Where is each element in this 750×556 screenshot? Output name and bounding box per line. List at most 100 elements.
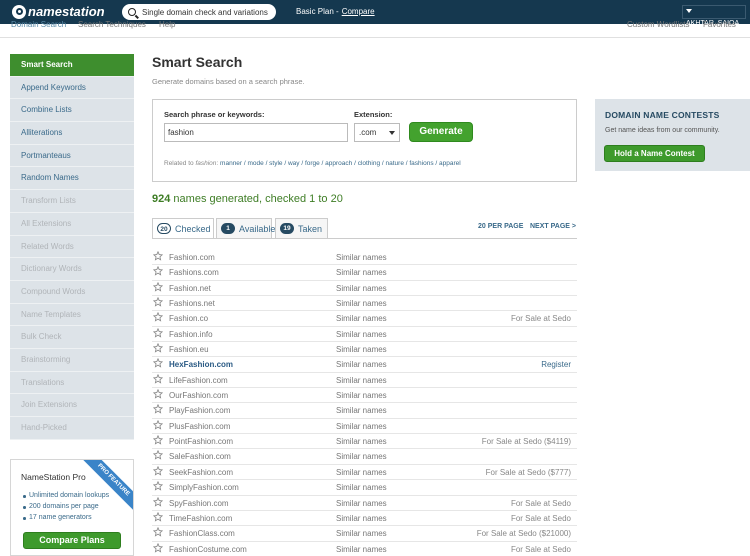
similar-names-link[interactable]: Similar names (336, 357, 387, 372)
tab-taken[interactable]: 19 Taken (275, 218, 328, 239)
nav-help[interactable]: Help (159, 20, 175, 29)
tab-checked[interactable]: 20 Checked (152, 218, 214, 239)
plan-info: Basic Plan - Compare (296, 7, 375, 16)
search-phrase-input[interactable]: fashion (164, 123, 348, 142)
domain-name[interactable]: FashionCostume.com (169, 542, 247, 556)
tab-available[interactable]: 1 Available (216, 218, 275, 239)
domain-name[interactable]: SeekFashion.com (169, 465, 233, 480)
star-icon[interactable] (152, 373, 164, 386)
star-icon[interactable] (152, 496, 164, 509)
star-icon[interactable] (152, 419, 164, 432)
similar-names-link[interactable]: Similar names (336, 250, 387, 265)
star-icon[interactable] (152, 266, 164, 278)
star-icon[interactable] (152, 480, 164, 493)
domain-status[interactable]: For Sale at Sedo ($21000) (477, 526, 571, 541)
similar-names-link[interactable]: Similar names (336, 296, 387, 311)
star-icon[interactable] (152, 526, 164, 539)
results-count-text: names generated, checked 1 to 20 (173, 193, 343, 205)
user-menu[interactable]: AKHTAR_SAIQA (682, 5, 746, 27)
domain-name[interactable]: OurFashion.com (169, 388, 228, 403)
similar-names-link[interactable]: Similar names (336, 434, 387, 449)
hold-contest-button[interactable]: Hold a Name Contest (604, 145, 705, 162)
domain-name[interactable]: FashionClass.com (169, 526, 235, 541)
domain-name[interactable]: LifeFashion.com (169, 373, 228, 388)
similar-names-link[interactable]: Similar names (336, 496, 387, 511)
per-page-link[interactable]: 20 PER PAGE (478, 223, 523, 230)
similar-names-link[interactable]: Similar names (336, 265, 387, 280)
sidebar-item-alliterations[interactable]: Alliterations (10, 122, 134, 145)
nav-custom-wordlists[interactable]: Custom Wordlists (627, 20, 690, 29)
similar-names-link[interactable]: Similar names (336, 311, 387, 326)
domain-status[interactable]: For Sale at Sedo (511, 511, 571, 526)
sidebar-item-random-names[interactable]: Random Names (10, 167, 134, 191)
domain-name[interactable]: SimplyFashion.com (169, 480, 239, 495)
next-page-link[interactable]: NEXT PAGE > (530, 223, 576, 230)
extension-select[interactable]: .com (354, 123, 400, 142)
star-icon[interactable] (152, 434, 164, 447)
contest-text: Get name ideas from our community. (605, 127, 720, 134)
star-icon[interactable] (152, 511, 164, 524)
similar-names-link[interactable]: Similar names (336, 449, 387, 464)
register-link[interactable]: Register (541, 357, 571, 372)
nav-domain-search[interactable]: Domain Search (11, 20, 66, 29)
domain-name[interactable]: PointFashion.com (169, 434, 233, 449)
domain-status[interactable]: For Sale at Sedo ($777) (486, 465, 571, 480)
domain-name[interactable]: PlayFashion.com (169, 403, 230, 418)
domain-name[interactable]: Fashion.net (169, 281, 211, 296)
star-icon[interactable] (152, 327, 164, 340)
domain-status[interactable]: For Sale at Sedo (511, 311, 571, 326)
star-icon[interactable] (152, 250, 164, 263)
domain-name[interactable]: SaleFashion.com (169, 449, 231, 464)
sidebar-item-combine-lists[interactable]: Combine Lists (10, 99, 134, 123)
domain-name[interactable]: Fashions.net (169, 296, 215, 311)
star-icon[interactable] (152, 404, 164, 416)
search-icon (128, 8, 136, 16)
logo[interactable]: namestation (12, 4, 105, 19)
compare-plans-button[interactable]: Compare Plans (23, 532, 121, 549)
similar-names-link[interactable]: Similar names (336, 465, 387, 480)
sidebar-item-smart-search[interactable]: Smart Search (10, 54, 134, 77)
table-row: Fashion.co Similar names For Sale at Sedo (152, 311, 577, 327)
domain-status[interactable]: For Sale at Sedo (511, 496, 571, 511)
similar-names-link[interactable]: Similar names (336, 403, 387, 418)
star-icon[interactable] (152, 312, 164, 324)
domain-status[interactable]: For Sale at Sedo (511, 542, 571, 556)
domain-name[interactable]: SpyFashion.com (169, 496, 229, 511)
star-icon[interactable] (152, 542, 164, 555)
similar-names-link[interactable]: Similar names (336, 327, 387, 342)
domain-name[interactable]: Fashion.eu (169, 342, 209, 357)
similar-names-link[interactable]: Similar names (336, 419, 387, 434)
star-icon[interactable] (152, 296, 164, 309)
similar-names-link[interactable]: Similar names (336, 511, 387, 526)
quick-search-input[interactable]: Single domain check and variations (122, 4, 276, 20)
nav-search-techniques[interactable]: Search Techniques (78, 20, 146, 29)
similar-names-link[interactable]: Similar names (336, 526, 387, 541)
nav-favorites[interactable]: Favorites (703, 20, 736, 29)
domain-name[interactable]: PlusFashion.com (169, 419, 230, 434)
domain-name[interactable]: Fashion.com (169, 250, 215, 265)
similar-names-link[interactable]: Similar names (336, 542, 387, 556)
generate-button[interactable]: Generate (409, 122, 473, 142)
star-icon[interactable] (152, 281, 164, 294)
star-icon[interactable] (152, 465, 164, 478)
similar-names-link[interactable]: Similar names (336, 342, 387, 357)
domain-name[interactable]: TimeFashion.com (169, 511, 232, 526)
star-icon[interactable] (152, 358, 164, 370)
similar-names-link[interactable]: Similar names (336, 480, 387, 495)
similar-names-link[interactable]: Similar names (336, 388, 387, 403)
similar-names-link[interactable]: Similar names (336, 373, 387, 388)
similar-names-link[interactable]: Similar names (336, 281, 387, 296)
sidebar-item-portmanteaus[interactable]: Portmanteaus (10, 144, 134, 168)
domain-name[interactable]: Fashion.info (169, 327, 213, 342)
table-row: LifeFashion.com Similar names (152, 373, 577, 389)
sidebar-item-append-keywords[interactable]: Append Keywords (10, 76, 134, 100)
domain-name[interactable]: HexFashion.com (169, 357, 233, 372)
related-word-links[interactable]: manner / mode / style / way / forge / ap… (220, 160, 461, 167)
star-icon[interactable] (152, 342, 164, 355)
star-icon[interactable] (152, 450, 164, 462)
compare-link[interactable]: Compare (342, 7, 375, 16)
star-icon[interactable] (152, 388, 164, 401)
domain-status[interactable]: For Sale at Sedo ($4119) (482, 434, 571, 449)
domain-name[interactable]: Fashions.com (169, 265, 219, 280)
domain-name[interactable]: Fashion.co (169, 311, 208, 326)
